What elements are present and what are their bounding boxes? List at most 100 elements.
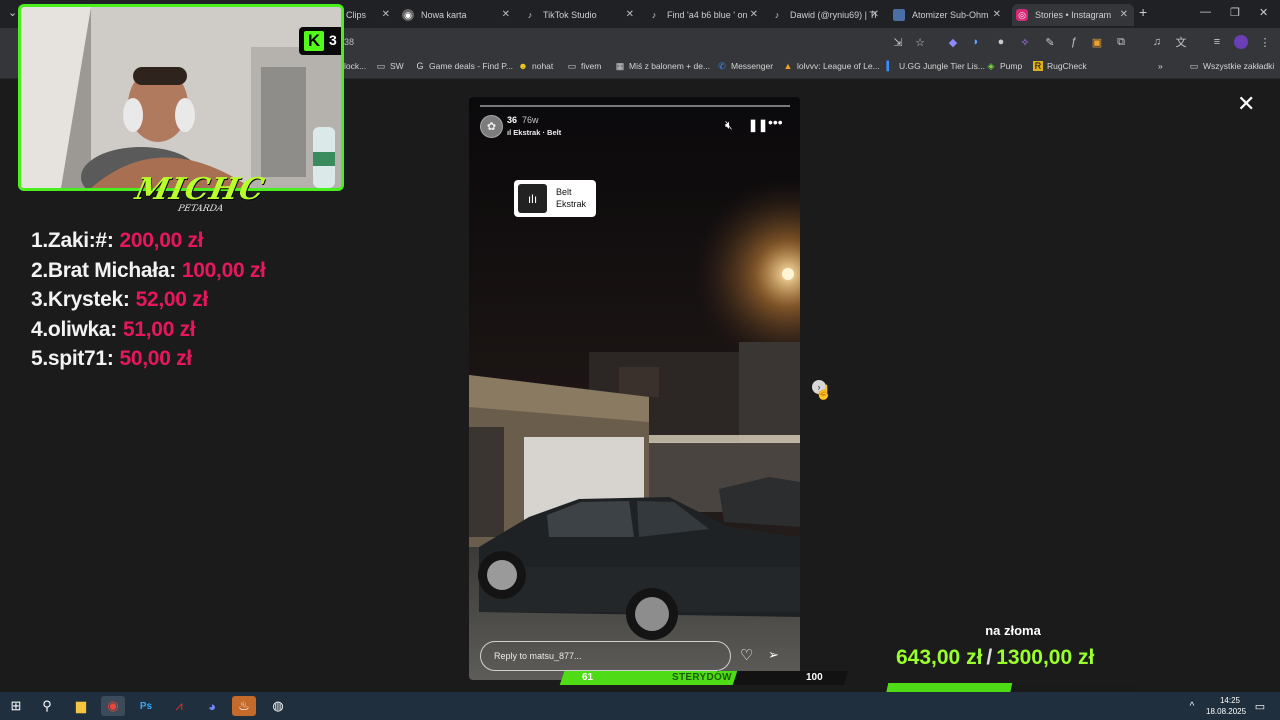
tab-tiktok-studio[interactable]: ♪ TikTok Studio ✕ — [524, 4, 634, 26]
obs-icon[interactable]: ◍ — [266, 696, 290, 716]
folder-icon: ▭ — [1189, 61, 1199, 71]
notifications-icon[interactable]: ▭ — [1248, 696, 1272, 716]
bookmark-label: Wszystkie zakładki — [1203, 61, 1275, 71]
story-progress-bar — [480, 105, 790, 107]
story-username[interactable]: 36 — [507, 115, 517, 125]
extension-icon[interactable]: ƒ — [1067, 35, 1081, 49]
tab-atomizer[interactable]: Atomizer Sub-Ohm ✕ — [893, 4, 1001, 26]
leaderboard-amount: 50,00 zł — [119, 347, 193, 371]
discord-icon[interactable]: ◕ — [200, 696, 224, 716]
close-icon[interactable]: ✕ — [502, 9, 510, 20]
tab-search-icon[interactable]: ⌄ — [8, 6, 17, 19]
clock[interactable]: 14:25 18.08.2025 — [1206, 695, 1247, 717]
close-icon[interactable]: ✕ — [626, 9, 634, 20]
tab-nowa-karta[interactable]: ◉ Nowa karta ✕ — [402, 4, 510, 26]
close-icon[interactable]: ✕ — [871, 9, 879, 20]
minimize-icon[interactable]: — — [1200, 6, 1211, 18]
close-icon[interactable]: ✕ — [382, 9, 390, 20]
eyedropper-icon[interactable]: ✎ — [1043, 35, 1057, 49]
tab-clips[interactable]: Clips ✕ — [346, 4, 390, 26]
media-control-icon[interactable]: ♫ — [1150, 35, 1164, 49]
leaderboard-rank: 3. — [31, 288, 48, 312]
streamer-logo-subtitle: PETARDA — [176, 204, 225, 214]
bookmark-item[interactable]: lock... — [344, 61, 366, 71]
tab-tiktok-find[interactable]: ♪ Find 'a4 b6 blue ' on ✕ — [648, 4, 758, 26]
sub-goal-target: 100 — [806, 672, 823, 683]
leaderboard-amount: 100,00 zł — [181, 258, 266, 282]
bookmark-star-icon[interactable]: ☆ — [913, 35, 927, 49]
windows-start-icon[interactable]: ⊞ — [4, 696, 28, 716]
bookmark-item[interactable]: ✆ Messenger — [717, 61, 773, 71]
close-icon[interactable]: ✕ — [993, 9, 1001, 20]
kick-logo-icon: K — [304, 31, 324, 51]
tray-chevron-icon[interactable]: ^ — [1180, 696, 1204, 716]
game-icon[interactable]: ⩘ — [167, 696, 191, 716]
menu-icon[interactable]: ⋮ — [1258, 35, 1272, 49]
bookmark-item[interactable]: R RugCheck — [1033, 61, 1087, 71]
music-sticker[interactable]: ılı Belt Ekstrak — [514, 180, 596, 217]
reading-list-icon[interactable]: ≡ — [1210, 35, 1224, 49]
tiktok-icon: ♪ — [527, 10, 533, 20]
chrome-icon[interactable]: ◉ — [101, 696, 125, 716]
file-explorer-icon[interactable]: ▆ — [69, 696, 93, 716]
all-bookmarks-button[interactable]: ▭ Wszystkie zakładki — [1189, 61, 1275, 71]
bookmark-item[interactable]: ▦ Miś z balonem + de... — [615, 61, 710, 71]
leaderboard-row: 5.spit71: 50,00 zł — [31, 347, 266, 377]
reply-input[interactable]: Reply to matsu_877... — [480, 641, 731, 671]
tab-tiktok-dawid[interactable]: ♪ Dawid (@ryniu69) | Ti ✕ — [771, 4, 879, 26]
extension-icon[interactable]: ✧ — [1018, 35, 1032, 49]
sticker-artist: Ekstrak — [556, 199, 587, 209]
story-viewer[interactable]: ✿ 36 76w ıl Ekstrak · Belt 🔇︎ ❚❚ ••• ılı… — [469, 97, 800, 680]
sub-goal-label: STERYDÓW — [672, 672, 732, 683]
clock-date: 18.08.2025 — [1206, 707, 1247, 716]
send-icon[interactable]: ➢ — [768, 647, 779, 663]
avatar[interactable]: ✿ — [480, 115, 503, 138]
bookmark-label: Pump — [1000, 61, 1023, 71]
photoshop-icon[interactable]: Ps — [134, 696, 158, 716]
extensions-puzzle-icon[interactable]: ⧉ — [1114, 35, 1128, 49]
install-app-icon[interactable]: ⇲ — [891, 35, 905, 49]
more-bookmarks-button[interactable]: » — [1158, 61, 1163, 71]
ugg-icon: ▍ — [886, 61, 894, 71]
bookmark-label: fivem — [581, 61, 602, 71]
bookmark-item[interactable]: ▲ lolvvv: League of Le... — [783, 61, 880, 71]
steam-icon[interactable]: ♨ — [232, 696, 256, 716]
bookmark-item[interactable]: ☻ nohat — [518, 61, 553, 71]
profile-avatar[interactable] — [1234, 35, 1248, 49]
extension-icon[interactable]: ▣ — [1090, 35, 1104, 49]
bookmark-item[interactable]: ▭ fivem — [567, 61, 602, 71]
story-music-label[interactable]: ıl Ekstrak · Belt — [507, 128, 561, 137]
bookmark-item[interactable]: ◈ Pump — [986, 61, 1023, 71]
bookmark-label: Messenger — [731, 61, 774, 71]
bookmark-label: lolvvv: League of Le... — [797, 61, 880, 71]
leaderboard-rank: 4. — [31, 317, 48, 341]
translate-icon[interactable]: 文 — [1174, 35, 1188, 49]
leaderboard-amount: 52,00 zł — [135, 288, 209, 312]
leaderboard-name: oliwka: — [47, 317, 118, 341]
close-icon[interactable]: ✕ — [1237, 93, 1255, 115]
extension-icon[interactable]: ◆ — [946, 35, 960, 49]
new-tab-icon[interactable]: + — [1139, 4, 1147, 20]
window-close-icon[interactable]: ✕ — [1259, 6, 1268, 19]
leaderboard-row: 1.Zaki:#: 200,00 zł — [31, 229, 266, 259]
more-options-icon[interactable]: ••• — [768, 114, 783, 130]
bookmark-item[interactable]: ▭ SW — [376, 61, 404, 71]
heart-icon[interactable]: ♡ — [740, 646, 753, 664]
webcam-image — [21, 7, 341, 188]
extension-icon[interactable]: ◗ — [969, 35, 983, 49]
search-icon[interactable]: ⚲ — [35, 696, 59, 716]
bookmark-label: SW — [390, 61, 404, 71]
close-icon[interactable]: ✕ — [750, 9, 758, 20]
pause-icon[interactable]: ❚❚ — [748, 118, 768, 132]
mute-icon[interactable]: 🔇︎ — [725, 118, 733, 133]
leaderboard-name: spit71: — [47, 347, 114, 371]
url-text[interactable]: 38 — [344, 37, 354, 47]
bookmark-item[interactable]: ▍ U.GG Jungle Tier Lis... — [885, 61, 985, 71]
close-icon[interactable]: ✕ — [1120, 9, 1128, 20]
goal-separator: / — [986, 646, 993, 669]
restore-icon[interactable]: ❐ — [1230, 6, 1240, 19]
extension-icon[interactable]: ● — [994, 35, 1008, 49]
bookmark-item[interactable]: G Game deals - Find P... — [415, 61, 512, 71]
clock-time: 14:25 — [1219, 696, 1240, 705]
tab-instagram-stories[interactable]: ◎ Stories • Instagram ✕ — [1012, 4, 1134, 26]
